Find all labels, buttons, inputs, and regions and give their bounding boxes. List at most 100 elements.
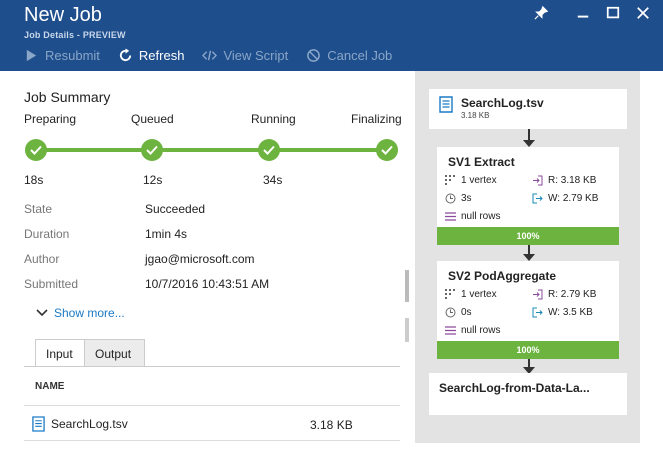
clock-icon xyxy=(445,193,456,204)
stage-progress-bar: 100% xyxy=(437,227,619,245)
command-bar: Resubmit Refresh View Script Cancel Job xyxy=(24,46,392,64)
write-icon xyxy=(532,193,543,204)
stage-rows: null rows xyxy=(445,211,500,222)
chevron-down-icon xyxy=(36,309,48,317)
graph-output-name: SearchLog-from-Data-La... xyxy=(439,381,590,395)
rows-count: null rows xyxy=(461,325,501,336)
view-script-button[interactable]: View Script xyxy=(202,46,288,64)
row-divider xyxy=(24,440,400,441)
column-header-name: NAME xyxy=(35,381,65,392)
file-icon xyxy=(32,416,45,432)
vertex-count: 1 vertex xyxy=(461,175,497,186)
blade-title: New Job xyxy=(24,4,102,26)
duration-running: 34s xyxy=(263,173,283,187)
play-icon xyxy=(26,49,37,61)
stage-duration: 3s xyxy=(461,193,472,204)
edge-line xyxy=(528,359,530,367)
stage-label-preparing: Preparing xyxy=(24,112,77,126)
check-icon xyxy=(141,139,163,161)
check-icon xyxy=(25,139,47,161)
stage-time: 0s xyxy=(445,307,472,318)
state-label: State xyxy=(24,202,53,216)
read-bytes: R: 3.18 KB xyxy=(548,175,597,186)
graph-input-name: SearchLog.tsv xyxy=(461,96,544,110)
rows-icon xyxy=(445,212,456,221)
graph-input-node[interactable]: SearchLog.tsv 3.18 KB xyxy=(429,89,627,129)
vertex-count: 1 vertex xyxy=(461,289,497,300)
author-label: Author xyxy=(24,252,60,266)
edge-arrowhead xyxy=(523,254,535,261)
edge-arrowhead xyxy=(523,140,535,147)
check-icon xyxy=(258,139,280,161)
refresh-button[interactable]: Refresh xyxy=(118,46,184,64)
submitted-value: 10/7/2016 10:43:51 AM xyxy=(145,277,270,291)
graph-output-node[interactable]: SearchLog-from-Data-La... xyxy=(429,373,627,415)
stage-read: R: 2.79 KB xyxy=(532,289,596,300)
stage-label-running: Running xyxy=(251,112,296,126)
resubmit-label: Resubmit xyxy=(45,47,100,63)
job-graph: SearchLog.tsv 3.18 KB SV1 Extract 1 vert… xyxy=(415,71,640,443)
file-name: SearchLog.tsv xyxy=(51,417,128,431)
header-divider xyxy=(24,405,400,406)
show-more-link[interactable]: Show more... xyxy=(36,306,125,320)
job-summary-title: Job Summary xyxy=(24,89,111,105)
duration-label: Duration xyxy=(24,227,70,241)
stage-label-finalizing: Finalizing xyxy=(351,112,402,126)
show-more-label: Show more... xyxy=(54,306,125,320)
stage-progress-bar: 100% xyxy=(437,341,619,359)
author-value: jgao@microsoft.com xyxy=(145,252,255,266)
cancel-icon xyxy=(307,48,321,62)
resubmit-button[interactable]: Resubmit xyxy=(24,46,100,64)
edge-line xyxy=(528,245,530,254)
stage-name: SV2 PodAggregate xyxy=(448,269,557,283)
stage-time: 3s xyxy=(445,193,472,204)
pin-icon[interactable] xyxy=(531,5,551,24)
submitted-label: Submitted xyxy=(24,277,79,291)
stage-vertex-count: 1 vertex xyxy=(445,289,497,300)
write-bytes: W: 2.79 KB xyxy=(548,193,599,204)
cancel-job-button[interactable]: Cancel Job xyxy=(306,46,392,64)
graph-stage-node[interactable]: SV1 Extract 1 vertex 3s null rows R: 3.1… xyxy=(437,147,619,245)
stage-name: SV1 Extract xyxy=(448,155,515,169)
stage-write: W: 3.5 KB xyxy=(532,307,593,318)
view-script-label: View Script xyxy=(223,47,289,63)
state-value: Succeeded xyxy=(145,202,206,216)
tab-input[interactable]: Input xyxy=(35,339,85,367)
cancel-job-label: Cancel Job xyxy=(327,47,393,63)
close-icon[interactable] xyxy=(633,6,653,24)
maximize-icon[interactable] xyxy=(603,6,623,24)
duration-queued: 12s xyxy=(143,173,163,187)
read-icon xyxy=(533,175,543,186)
file-icon xyxy=(439,96,453,113)
scrollbar-track[interactable] xyxy=(405,318,409,342)
stage-vertex-count: 1 vertex xyxy=(445,175,497,186)
check-icon xyxy=(376,139,398,161)
duration-preparing: 18s xyxy=(24,173,44,187)
read-bytes: R: 2.79 KB xyxy=(548,289,597,300)
blade-header: New Job Job Details - PREVIEW Resubmit R… xyxy=(0,0,663,71)
duration-value: 1min 4s xyxy=(145,227,188,241)
vertex-grid-icon xyxy=(445,175,455,185)
stage-read: R: 3.18 KB xyxy=(532,175,596,186)
code-icon xyxy=(202,50,218,60)
stage-write: W: 2.79 KB xyxy=(532,193,598,204)
stage-rows: null rows xyxy=(445,325,500,336)
write-icon xyxy=(532,307,543,318)
file-size: 3.18 KB xyxy=(310,418,353,432)
vertex-grid-icon xyxy=(445,289,455,299)
write-bytes: W: 3.5 KB xyxy=(548,307,593,318)
graph-input-size: 3.18 KB xyxy=(461,111,490,120)
blade-subtitle: Job Details - PREVIEW xyxy=(24,30,126,40)
scrollbar-thumb[interactable] xyxy=(405,270,409,302)
clock-icon xyxy=(445,307,456,318)
table-row[interactable]: SearchLog.tsv xyxy=(32,416,128,432)
refresh-icon xyxy=(119,47,132,61)
stage-label-queued: Queued xyxy=(131,112,174,126)
minimize-icon[interactable] xyxy=(573,6,593,24)
graph-stage-node[interactable]: SV2 PodAggregate 1 vertex 0s null rows R… xyxy=(437,261,619,359)
stage-duration: 0s xyxy=(461,307,472,318)
edge-line xyxy=(528,129,530,140)
read-icon xyxy=(533,289,543,300)
tab-output[interactable]: Output xyxy=(85,339,145,367)
progress-track xyxy=(36,148,388,152)
